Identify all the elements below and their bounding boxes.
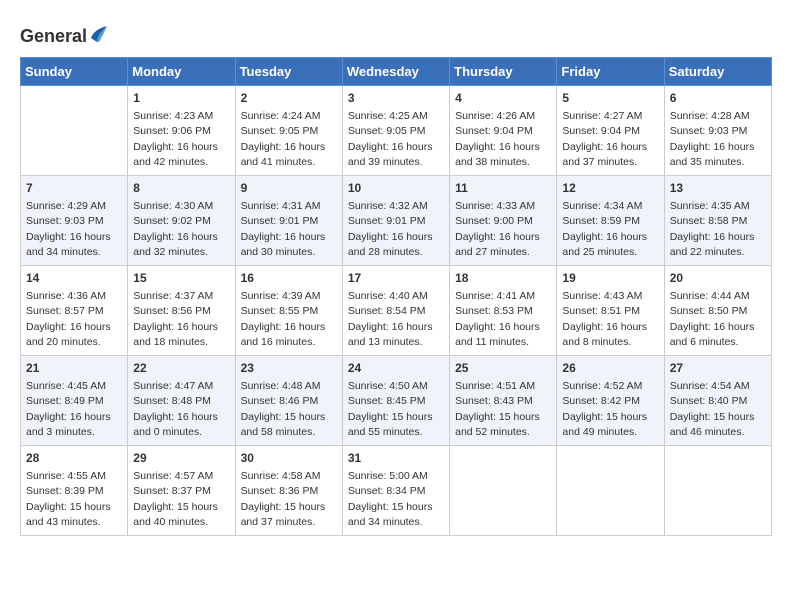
calendar-cell: 11Sunrise: 4:33 AMSunset: 9:00 PMDayligh… — [450, 175, 557, 265]
calendar-cell: 17Sunrise: 4:40 AMSunset: 8:54 PMDayligh… — [342, 265, 449, 355]
day-number: 27 — [670, 360, 766, 377]
calendar-cell: 5Sunrise: 4:27 AMSunset: 9:04 PMDaylight… — [557, 85, 664, 175]
day-number: 25 — [455, 360, 551, 377]
calendar-cell — [21, 85, 128, 175]
day-number: 30 — [241, 450, 337, 467]
day-number: 10 — [348, 180, 444, 197]
weekday-header-friday: Friday — [557, 57, 664, 85]
weekday-header-tuesday: Tuesday — [235, 57, 342, 85]
calendar-cell: 23Sunrise: 4:48 AMSunset: 8:46 PMDayligh… — [235, 355, 342, 445]
day-number: 28 — [26, 450, 122, 467]
day-number: 13 — [670, 180, 766, 197]
logo: General — [20, 20, 107, 47]
day-number: 2 — [241, 90, 337, 107]
day-number: 29 — [133, 450, 229, 467]
day-number: 5 — [562, 90, 658, 107]
calendar-cell — [450, 445, 557, 535]
calendar-cell: 10Sunrise: 4:32 AMSunset: 9:01 PMDayligh… — [342, 175, 449, 265]
day-number: 9 — [241, 180, 337, 197]
logo-general: General — [20, 26, 87, 46]
calendar-cell: 7Sunrise: 4:29 AMSunset: 9:03 PMDaylight… — [21, 175, 128, 265]
logo-bird-icon — [89, 20, 107, 42]
day-number: 21 — [26, 360, 122, 377]
day-number: 1 — [133, 90, 229, 107]
day-number: 12 — [562, 180, 658, 197]
day-number: 4 — [455, 90, 551, 107]
day-number: 17 — [348, 270, 444, 287]
weekday-header-saturday: Saturday — [664, 57, 771, 85]
weekday-header-thursday: Thursday — [450, 57, 557, 85]
day-number: 11 — [455, 180, 551, 197]
calendar-cell: 9Sunrise: 4:31 AMSunset: 9:01 PMDaylight… — [235, 175, 342, 265]
day-number: 22 — [133, 360, 229, 377]
day-number: 31 — [348, 450, 444, 467]
day-number: 18 — [455, 270, 551, 287]
calendar-cell: 12Sunrise: 4:34 AMSunset: 8:59 PMDayligh… — [557, 175, 664, 265]
calendar-cell: 4Sunrise: 4:26 AMSunset: 9:04 PMDaylight… — [450, 85, 557, 175]
calendar-cell: 29Sunrise: 4:57 AMSunset: 8:37 PMDayligh… — [128, 445, 235, 535]
calendar-cell — [557, 445, 664, 535]
calendar-cell: 25Sunrise: 4:51 AMSunset: 8:43 PMDayligh… — [450, 355, 557, 445]
day-number: 3 — [348, 90, 444, 107]
calendar-cell: 28Sunrise: 4:55 AMSunset: 8:39 PMDayligh… — [21, 445, 128, 535]
calendar-cell: 30Sunrise: 4:58 AMSunset: 8:36 PMDayligh… — [235, 445, 342, 535]
calendar-cell: 14Sunrise: 4:36 AMSunset: 8:57 PMDayligh… — [21, 265, 128, 355]
calendar-cell: 31Sunrise: 5:00 AMSunset: 8:34 PMDayligh… — [342, 445, 449, 535]
day-number: 6 — [670, 90, 766, 107]
weekday-header-wednesday: Wednesday — [342, 57, 449, 85]
calendar-cell: 19Sunrise: 4:43 AMSunset: 8:51 PMDayligh… — [557, 265, 664, 355]
calendar-cell: 16Sunrise: 4:39 AMSunset: 8:55 PMDayligh… — [235, 265, 342, 355]
calendar-cell: 3Sunrise: 4:25 AMSunset: 9:05 PMDaylight… — [342, 85, 449, 175]
calendar-cell: 15Sunrise: 4:37 AMSunset: 8:56 PMDayligh… — [128, 265, 235, 355]
day-number: 15 — [133, 270, 229, 287]
day-number: 8 — [133, 180, 229, 197]
calendar-cell — [664, 445, 771, 535]
calendar-table: SundayMondayTuesdayWednesdayThursdayFrid… — [20, 57, 772, 536]
calendar-cell: 6Sunrise: 4:28 AMSunset: 9:03 PMDaylight… — [664, 85, 771, 175]
calendar-cell: 18Sunrise: 4:41 AMSunset: 8:53 PMDayligh… — [450, 265, 557, 355]
calendar-cell: 1Sunrise: 4:23 AMSunset: 9:06 PMDaylight… — [128, 85, 235, 175]
calendar-cell: 20Sunrise: 4:44 AMSunset: 8:50 PMDayligh… — [664, 265, 771, 355]
day-number: 26 — [562, 360, 658, 377]
calendar-cell: 22Sunrise: 4:47 AMSunset: 8:48 PMDayligh… — [128, 355, 235, 445]
day-number: 20 — [670, 270, 766, 287]
page-header: General — [20, 20, 772, 47]
day-number: 7 — [26, 180, 122, 197]
day-number: 16 — [241, 270, 337, 287]
day-number: 14 — [26, 270, 122, 287]
calendar-cell: 2Sunrise: 4:24 AMSunset: 9:05 PMDaylight… — [235, 85, 342, 175]
calendar-cell: 27Sunrise: 4:54 AMSunset: 8:40 PMDayligh… — [664, 355, 771, 445]
weekday-header-sunday: Sunday — [21, 57, 128, 85]
calendar-cell: 21Sunrise: 4:45 AMSunset: 8:49 PMDayligh… — [21, 355, 128, 445]
day-number: 23 — [241, 360, 337, 377]
calendar-cell: 13Sunrise: 4:35 AMSunset: 8:58 PMDayligh… — [664, 175, 771, 265]
day-number: 19 — [562, 270, 658, 287]
calendar-cell: 26Sunrise: 4:52 AMSunset: 8:42 PMDayligh… — [557, 355, 664, 445]
calendar-cell: 8Sunrise: 4:30 AMSunset: 9:02 PMDaylight… — [128, 175, 235, 265]
weekday-header-monday: Monday — [128, 57, 235, 85]
day-number: 24 — [348, 360, 444, 377]
calendar-cell: 24Sunrise: 4:50 AMSunset: 8:45 PMDayligh… — [342, 355, 449, 445]
